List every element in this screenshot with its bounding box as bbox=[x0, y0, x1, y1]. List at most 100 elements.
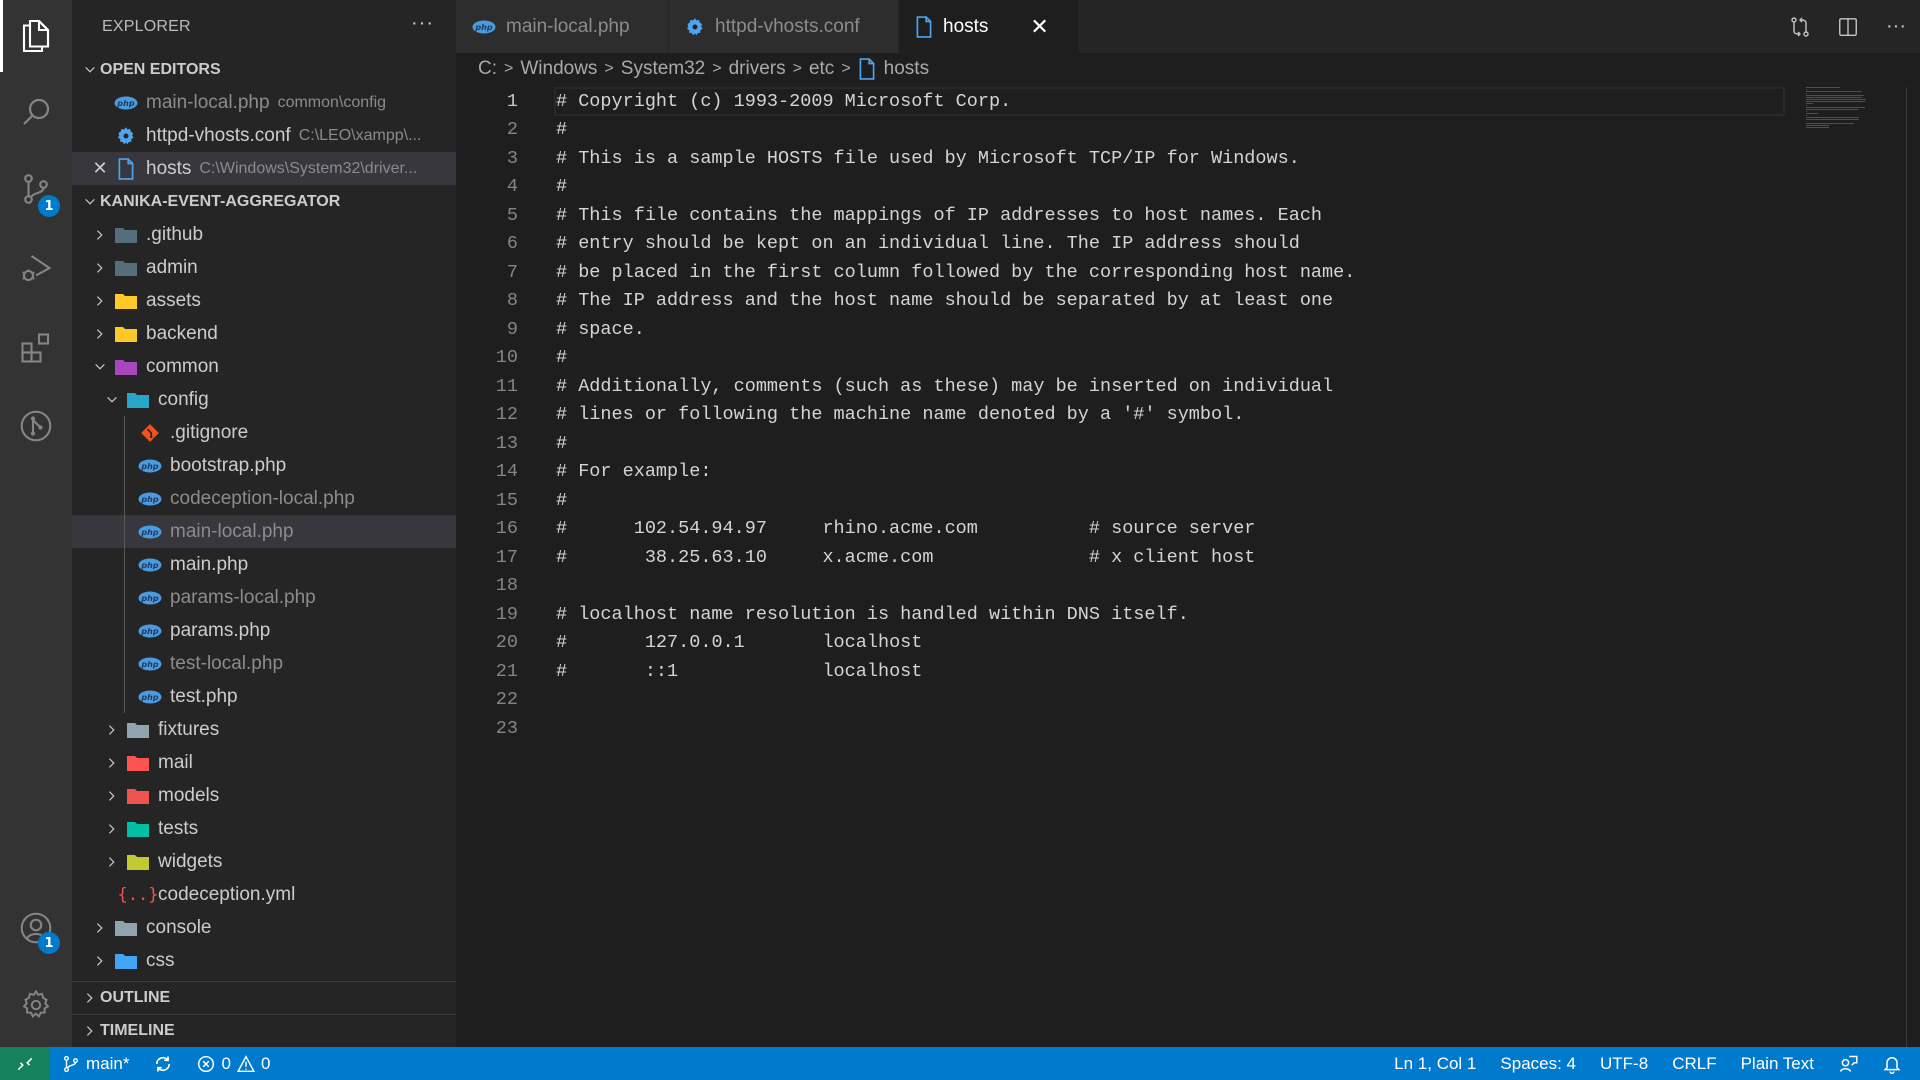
file-icon bbox=[118, 157, 134, 180]
tree-folder[interactable]: models bbox=[72, 779, 456, 812]
open-editor-item[interactable]: php main-local.php common\config bbox=[72, 86, 456, 119]
tree-folder[interactable]: css bbox=[72, 944, 456, 977]
code-line[interactable]: 2 # bbox=[456, 116, 1920, 145]
code-line[interactable]: 15 # bbox=[456, 486, 1920, 515]
code-line[interactable]: 16 # 102.54.94.97 rhino.acme.com # source… bbox=[456, 515, 1920, 544]
open-editor-item[interactable]: httpd-vhosts.conf C:\LEO\xampp\... bbox=[72, 119, 456, 152]
close-tab-button[interactable]: ✕ bbox=[1030, 14, 1048, 40]
tree-folder[interactable]: mail bbox=[72, 746, 456, 779]
tree-file[interactable]: {..} codeception.yml bbox=[72, 878, 456, 911]
code-line[interactable]: 20 # 127.0.0.1 localhost bbox=[456, 629, 1920, 658]
line-ending[interactable]: CRLF bbox=[1660, 1054, 1728, 1074]
code-line[interactable]: 18 bbox=[456, 572, 1920, 601]
code-line[interactable]: 21 # ::1 localhost bbox=[456, 657, 1920, 686]
more-actions-button[interactable]: ··· bbox=[411, 12, 434, 35]
code-line[interactable]: 22 bbox=[456, 686, 1920, 715]
tree-folder[interactable]: tests bbox=[72, 812, 456, 845]
minimap[interactable] bbox=[1806, 87, 1882, 132]
problems-status[interactable]: 0 0 bbox=[185, 1054, 282, 1074]
tree-folder[interactable]: common bbox=[72, 350, 456, 383]
code-line[interactable]: 13 # bbox=[456, 429, 1920, 458]
breadcrumb-item[interactable]: hosts bbox=[884, 58, 929, 80]
tree-folder[interactable]: assets bbox=[72, 284, 456, 317]
tree-folder[interactable]: config bbox=[72, 383, 456, 416]
tree-file[interactable]: php main-local.php bbox=[72, 515, 456, 548]
code-line[interactable]: 4 # bbox=[456, 173, 1920, 202]
breadcrumb-item[interactable]: Windows bbox=[520, 58, 597, 80]
tree-folder[interactable]: widgets bbox=[72, 845, 456, 878]
tab-httpd-vhosts-conf[interactable]: httpd-vhosts.conf bbox=[669, 0, 899, 53]
split-editor-button[interactable] bbox=[1834, 16, 1862, 38]
breadcrumb-item[interactable]: System32 bbox=[621, 58, 705, 80]
cursor-position[interactable]: Ln 1, Col 1 bbox=[1382, 1054, 1488, 1074]
activity-source-control[interactable]: 1 bbox=[0, 153, 72, 225]
tree-folder[interactable]: console bbox=[72, 911, 456, 944]
outline-section[interactable]: OUTLINE bbox=[72, 981, 456, 1014]
line-text: # This is a sample HOSTS file used by Mi… bbox=[556, 147, 1300, 169]
code-line[interactable]: 7 # be placed in the first column followe… bbox=[456, 258, 1920, 287]
code-line[interactable]: 8 # The IP address and the host name shou… bbox=[456, 287, 1920, 316]
vertical-scrollbar[interactable] bbox=[1906, 87, 1920, 1047]
tree-file[interactable]: php codeception-local.php bbox=[72, 482, 456, 515]
tree-file[interactable]: php bootstrap.php bbox=[72, 449, 456, 482]
activity-manage[interactable] bbox=[0, 969, 72, 1041]
open-editors-section[interactable]: OPEN EDITORS bbox=[72, 53, 456, 86]
remote-indicator[interactable] bbox=[0, 1047, 50, 1080]
tab-main-local-php[interactable]: php main-local.php bbox=[456, 0, 669, 53]
language-mode[interactable]: Plain Text bbox=[1729, 1054, 1826, 1074]
indentation[interactable]: Spaces: 4 bbox=[1488, 1054, 1588, 1074]
tree-folder[interactable]: admin bbox=[72, 251, 456, 284]
tree-item-name: fixtures bbox=[158, 718, 220, 740]
close-icon[interactable]: ✕ bbox=[90, 158, 110, 179]
notifications-button[interactable] bbox=[1870, 1054, 1920, 1074]
tree-file[interactable]: php params-local.php bbox=[72, 581, 456, 614]
tree-file[interactable]: .gitignore bbox=[72, 416, 456, 449]
tab-hosts[interactable]: hosts ✕ bbox=[899, 0, 1079, 53]
encoding[interactable]: UTF-8 bbox=[1588, 1054, 1660, 1074]
breadcrumb-item[interactable]: C: bbox=[478, 58, 497, 80]
code-line[interactable]: 6 # entry should be kept on an individual… bbox=[456, 230, 1920, 259]
code-line[interactable]: 1 # Copyright (c) 1993-2009 Microsoft Cor… bbox=[456, 87, 1920, 116]
code-line[interactable]: 14 # For example: bbox=[456, 458, 1920, 487]
tree-file[interactable]: php main.php bbox=[72, 548, 456, 581]
tree-folder[interactable]: .github bbox=[72, 218, 456, 251]
chevron-right-icon bbox=[96, 328, 103, 339]
activity-run-debug[interactable] bbox=[0, 232, 72, 304]
more-editor-actions-button[interactable]: ··· bbox=[1882, 15, 1910, 38]
chevron-right-icon bbox=[108, 856, 115, 867]
breadcrumb-item[interactable]: drivers bbox=[729, 58, 786, 80]
code-line[interactable]: 3 # This is a sample HOSTS file used by M… bbox=[456, 144, 1920, 173]
activity-gitlens[interactable] bbox=[0, 390, 72, 462]
code-line[interactable]: 23 bbox=[456, 714, 1920, 743]
tree-file[interactable]: php test.php bbox=[72, 680, 456, 713]
tree-folder[interactable]: fixtures bbox=[72, 713, 456, 746]
activity-search[interactable] bbox=[0, 76, 72, 148]
code-line[interactable]: 17 # 38.25.63.10 x.acme.com # x client ho… bbox=[456, 543, 1920, 572]
line-number: 1 bbox=[506, 90, 518, 112]
branch-status[interactable]: main* bbox=[50, 1054, 141, 1074]
project-section[interactable]: KANIKA-EVENT-AGGREGATOR bbox=[72, 185, 456, 218]
minimap-line bbox=[1806, 97, 1862, 98]
open-editor-item[interactable]: ✕ hosts C:\Windows\System32\driver... bbox=[72, 152, 456, 185]
timeline-section[interactable]: TIMELINE bbox=[72, 1014, 456, 1047]
tree-file[interactable]: php params.php bbox=[72, 614, 456, 647]
activity-explorer[interactable] bbox=[0, 0, 72, 72]
sync-button[interactable] bbox=[141, 1054, 185, 1074]
code-line[interactable]: 11 # Additionally, comments (such as thes… bbox=[456, 372, 1920, 401]
code-line[interactable]: 19 # localhost name resolution is handled… bbox=[456, 600, 1920, 629]
code-editor[interactable]: 1 # Copyright (c) 1993-2009 Microsoft Cor… bbox=[456, 87, 1920, 1047]
activity-extensions[interactable] bbox=[0, 312, 72, 384]
tree-folder[interactable]: backend bbox=[72, 317, 456, 350]
feedback-button[interactable] bbox=[1826, 1054, 1870, 1074]
compare-changes-button[interactable] bbox=[1786, 15, 1814, 39]
breadcrumb-item[interactable]: etc bbox=[809, 58, 834, 80]
line-number: 21 bbox=[495, 660, 518, 682]
tree-file[interactable]: php test-local.php bbox=[72, 647, 456, 680]
code-line[interactable]: 12 # lines or following the machine name … bbox=[456, 401, 1920, 430]
code-line[interactable]: 9 # space. bbox=[456, 315, 1920, 344]
activity-accounts[interactable]: 1 bbox=[0, 892, 72, 964]
tree-item-name: mail bbox=[158, 751, 193, 773]
line-text: # be placed in the first column followed… bbox=[556, 261, 1356, 283]
code-line[interactable]: 10 # bbox=[456, 344, 1920, 373]
code-line[interactable]: 5 # This file contains the mappings of IP… bbox=[456, 201, 1920, 230]
